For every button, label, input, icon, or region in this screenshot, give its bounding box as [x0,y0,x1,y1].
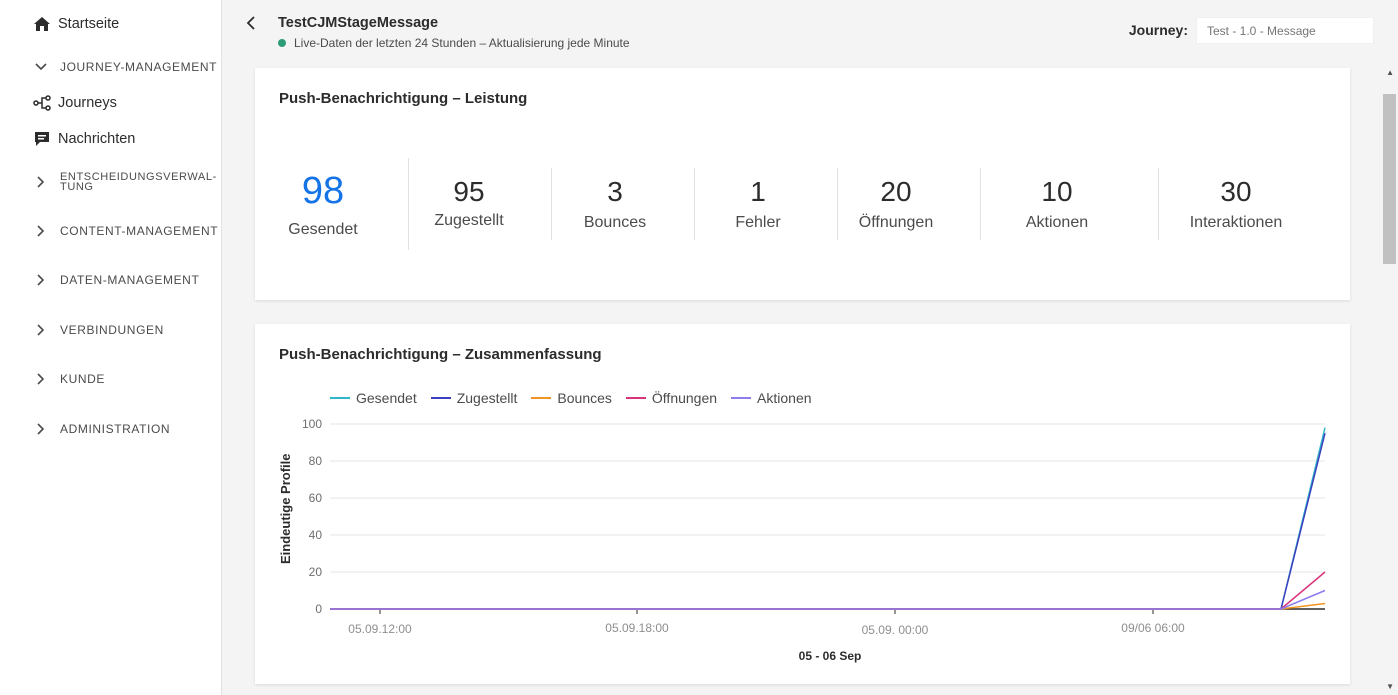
metric-label: Interaktionen [1189,214,1283,231]
metric-label: Gesendet [288,221,358,238]
metric-label: Aktionen [1025,214,1089,231]
chevron-down-icon [34,60,48,74]
scroll-down-arrow-icon[interactable]: ▼ [1386,682,1394,691]
sidebar-section-label-line2: TUNG [60,181,94,193]
sidebar-section-label: KUNDE [60,372,106,386]
live-status-dot [278,39,286,47]
live-status-text: Live-Daten der letzten 24 Stunden – Aktu… [294,36,630,50]
metric-value: 1 [750,176,766,207]
sidebar-item-label: Startseite [58,16,120,32]
message-icon [32,129,52,149]
x-tick-label: 09/06 06:00 [1121,621,1185,635]
divider [551,168,552,240]
y-tick-label: 100 [302,417,322,431]
y-tick-label: 20 [309,565,323,579]
metric-value: 20 [880,176,912,207]
chevron-right-icon [34,224,48,238]
metric-bounces: 3 Bounces [560,176,670,232]
home-icon [32,14,52,34]
sidebar-item-label: Journeys [58,95,117,111]
y-tick-label: 0 [315,602,322,616]
series-line [330,433,1326,610]
series-line [330,589,1326,610]
sidebar-section-customer[interactable]: KUNDE [34,372,105,386]
series-line [330,427,1326,610]
y-tick-label: 40 [309,528,323,542]
sidebar-section-label: DATEN-MANAGEMENT [60,273,200,287]
x-tick-label: 05.09. 00:00 [862,623,929,637]
sidebar-section-label: ADMINISTRATION [60,422,171,436]
metric-value: 30 [1220,176,1252,207]
scrollbar-thumb[interactable] [1383,94,1396,264]
sidebar-section-label: JOURNEY-MANAGEMENT [60,60,218,74]
chevron-right-icon [34,175,48,189]
live-status: Live-Daten der letzten 24 Stunden – Aktu… [278,36,630,50]
chevron-right-icon [34,323,48,337]
series-line [330,602,1326,610]
page-title: TestCJMStageMessage [278,15,439,31]
scroll-up-arrow-icon[interactable]: ▲ [1386,68,1394,77]
x-tick-label: 05.09.18:00 [605,621,669,635]
chevron-right-icon [34,273,48,287]
divider [694,168,695,240]
sidebar-item-home[interactable]: Startseite [32,14,119,34]
metric-label: Zugestellt [434,212,504,229]
sidebar-section-administration[interactable]: ADMINISTRATION [34,422,170,436]
back-button[interactable] [242,13,260,33]
metric-actions: 10 Aktionen [1001,176,1113,232]
sidebar-section-label: VERBINDUNGEN [60,323,164,337]
chevron-left-icon [246,16,255,30]
chart-x-axis-label: 05 - 06 Sep [799,649,862,663]
sidebar-section-data-management[interactable]: DATEN-MANAGEMENT [34,273,199,287]
sidebar-section-journey-management[interactable]: JOURNEY-MANAGEMENT [34,60,217,74]
sidebar-section-connections[interactable]: VERBINDUNGEN [34,323,164,337]
metric-value: 3 [607,176,623,207]
metric-sent: 98 Gesendet [270,170,376,239]
divider [408,158,409,250]
metric-delivered: 95 Zugestellt [415,176,523,230]
sidebar-item-messages[interactable]: Nachrichten [32,129,135,149]
divider [1158,168,1159,240]
metric-label: Öffnungen [858,214,934,231]
journey-flow-icon [32,93,52,113]
summary-line-chart: 0 20 40 60 80 100 05.09.12:00 05.09.18:00 05.09.… [302,417,1326,663]
metric-opens: 20 Öffnungen [841,176,951,232]
x-tick-label: 05.09.12:00 [348,622,412,636]
sidebar-section-decision-management[interactable]: ENTSCHEIDUNGSVERWAL- TUNG [34,172,217,193]
divider [980,168,981,240]
y-tick-label: 60 [309,491,323,505]
performance-card-title: Push-Benachrichtigung – Leistung [279,90,528,107]
metric-label: Fehler [735,214,781,231]
journey-label: Journey: [1128,22,1188,38]
y-tick-label: 80 [309,454,323,468]
journey-field[interactable] [1196,17,1374,44]
sidebar-section-label: ENTSCHEIDUNGSVERWAL- TUNG [60,172,217,193]
metric-errors: 1 Fehler [703,176,813,232]
page-header: TestCJMStageMessage Live-Daten der letzt… [222,0,1398,60]
sidebar-section-content-management[interactable]: CONTENT-MANAGEMENT [34,224,218,238]
sidebar-item-label: Nachrichten [58,131,136,147]
chevron-right-icon [34,422,48,436]
metric-label: Bounces [583,214,647,231]
sidebar-section-label: CONTENT-MANAGEMENT [60,224,219,238]
sidebar-item-journeys[interactable]: Journeys [32,93,117,113]
divider [837,168,838,240]
chevron-right-icon [34,372,48,386]
metric-value: 98 [301,170,345,212]
metric-value: 10 [1041,176,1073,207]
series-line [330,571,1326,610]
sidebar: Startseite JOURNEY-MANAGEMENT Journeys N… [0,0,222,695]
performance-card: Push-Benachrichtigung – Leistung 98 Gese… [255,68,1350,300]
summary-card: Push-Benachrichtigung – Zusammenfassung … [255,324,1350,684]
metric-value: 95 [453,176,485,207]
metric-interactions: 30 Interaktionen [1175,176,1297,232]
